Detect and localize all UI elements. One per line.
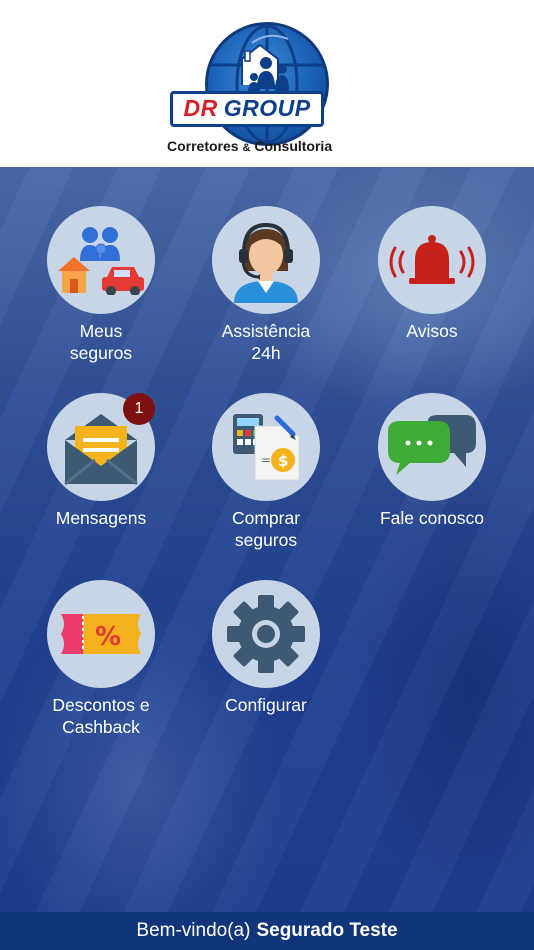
- fale-conosco-label-line1: Fale conosco: [379, 508, 485, 528]
- dr-group-logo: DR GROUP Corretores & Consultoria: [167, 9, 367, 159]
- menu-grid: Meus seguros Assistência 24h Avisos 1 Me…: [0, 167, 534, 912]
- gear-icon: [227, 595, 305, 673]
- avisos-icon-circle: [378, 206, 486, 314]
- descontos-label-line1: Descontos e: [52, 695, 150, 715]
- avisos-label: Avisos: [352, 320, 512, 342]
- avisos-label-line1: Avisos: [406, 321, 458, 341]
- menu-item-mensagens[interactable]: 1 Mensagens: [21, 393, 181, 529]
- menu-item-fale-conosco[interactable]: Fale conosco: [352, 393, 512, 529]
- logo-group-text: GROUP: [223, 95, 311, 121]
- mensagens-label: Mensagens: [21, 507, 181, 529]
- menu-item-meus-seguros[interactable]: Meus seguros: [21, 206, 181, 364]
- menu-item-configurar[interactable]: Configurar: [186, 580, 346, 716]
- comprar-label: Comprar seguros: [186, 507, 346, 551]
- logo-tagline-corretores: Corretores: [167, 137, 239, 154]
- descontos-icon-circle: %: [47, 580, 155, 688]
- menu-item-comprar[interactable]: = $ Comprar seguros: [186, 393, 346, 551]
- assistencia-label-line2: 24h: [251, 343, 281, 363]
- menu-item-avisos[interactable]: Avisos: [352, 206, 512, 342]
- menu-item-assistencia[interactable]: Assistência 24h: [186, 206, 346, 364]
- descontos-label: Descontos e Cashback: [21, 694, 181, 738]
- comprar-label-line2: seguros: [234, 530, 298, 550]
- logo-tagline-amp: &: [242, 141, 251, 154]
- svg-text:$: $: [278, 452, 288, 470]
- assistencia-icon-circle: [212, 206, 320, 314]
- unread-messages-badge: 1: [123, 393, 155, 425]
- comprar-label-line1: Comprar: [231, 508, 301, 528]
- discount-ticket-icon: %: [61, 614, 141, 654]
- headset-agent-icon: [234, 222, 298, 303]
- configurar-icon-circle: [212, 580, 320, 688]
- user-name: Segurado Teste: [256, 920, 398, 941]
- svg-text:=: =: [261, 453, 271, 467]
- meus-seguros-label: Meus seguros: [21, 320, 181, 364]
- descontos-label-line2: Cashback: [62, 717, 140, 737]
- calculator-document-icon: = $: [233, 414, 300, 481]
- fale-conosco-label: Fale conosco: [352, 507, 512, 529]
- logo-wordmark: DR GROUP: [170, 90, 324, 127]
- meus-seguros-label-line2: seguros: [69, 343, 133, 363]
- logo-tagline-consultoria: Consultoria: [254, 137, 333, 154]
- meus-seguros-icon-circle: [47, 206, 155, 314]
- mensagens-icon-circle: 1: [47, 393, 155, 501]
- configurar-label-line1: Configurar: [225, 695, 307, 715]
- assistencia-label: Assistência 24h: [186, 320, 346, 364]
- welcome-bar: Bem-vindo(a) Segurado Teste: [0, 912, 534, 950]
- logo-dr-text: DR: [183, 95, 218, 121]
- chat-bubbles-icon: [388, 415, 476, 475]
- configurar-label: Configurar: [186, 694, 346, 716]
- family-house-car-icon: [58, 227, 144, 295]
- logo-tagline: Corretores & Consultoria: [167, 137, 332, 154]
- svg-text:%: %: [95, 622, 121, 652]
- meus-seguros-label-line1: Meus: [79, 321, 123, 341]
- comprar-icon-circle: = $: [212, 393, 320, 501]
- welcome-greeting: Bem-vindo(a): [136, 920, 251, 941]
- menu-item-descontos[interactable]: % Descontos e Cashback: [21, 580, 181, 738]
- globe-house-family-icon: [205, 21, 329, 146]
- fale-conosco-icon-circle: [378, 393, 486, 501]
- bell-icon: [389, 235, 475, 284]
- assistencia-label-line1: Assistência: [221, 321, 311, 341]
- mensagens-label-line1: Mensagens: [55, 508, 147, 528]
- app-header: DR GROUP Corretores & Consultoria: [0, 0, 534, 167]
